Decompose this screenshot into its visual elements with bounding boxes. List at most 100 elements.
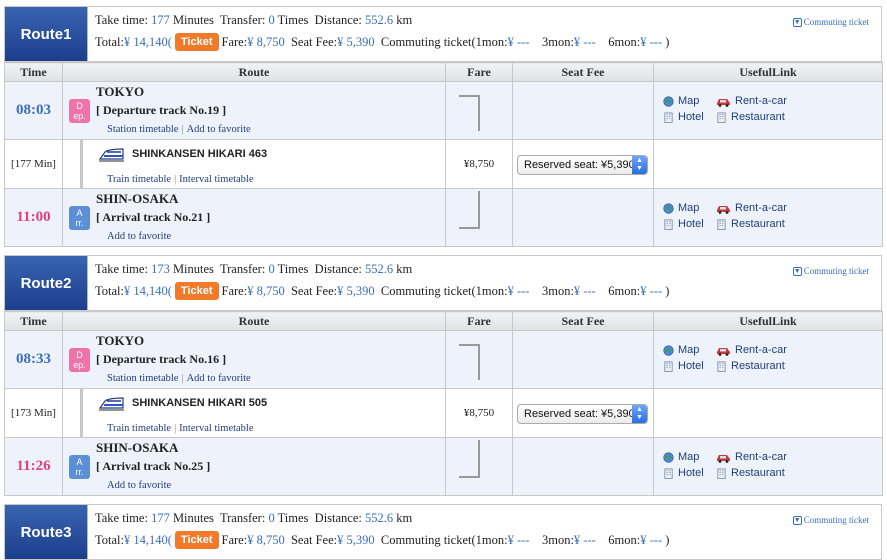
arrival-station-cell: Arr. SHIN-OSAKA [ Arrival track No.25 ] … [62, 437, 446, 496]
chevron-updown-icon: ▲ ▼ [632, 156, 647, 174]
restaurant-label: Restaurant [731, 360, 785, 372]
col-seat-fee: Seat Fee [512, 311, 654, 331]
departure-station[interactable]: TOKYO [96, 333, 144, 349]
station-timetable-link[interactable]: Station timetable [107, 124, 178, 135]
arrival-time: 11:00 [4, 188, 63, 247]
hotel-link[interactable]: Hotel [663, 467, 704, 479]
restaurant-icon [717, 468, 726, 479]
route-name: Route2 [20, 274, 72, 292]
distance-value: 552.6 [365, 262, 394, 276]
transfer-value: 0 [268, 13, 275, 27]
ticket-button[interactable]: Ticket [174, 531, 219, 549]
hotel-icon [664, 468, 673, 479]
close-paren: ) [665, 284, 670, 298]
departure-station-cell: Dep. TOKYO [ Departure track No.19 ] Sta… [62, 81, 446, 140]
times-label: Times [277, 262, 309, 276]
route-badge[interactable]: Route1 [5, 7, 88, 61]
train-timetable-link[interactable]: Train timetable [107, 174, 171, 185]
ride-duration: [173 Min] [4, 388, 63, 438]
rent-a-car-link[interactable]: Rent-a-car [716, 451, 787, 463]
hotel-link[interactable]: Hotel [663, 360, 704, 372]
departure-time: 08:33 [4, 330, 63, 389]
rent-a-car-label: Rent-a-car [735, 344, 787, 356]
seat-select[interactable]: Reserved seat: ¥5,390 ▲ ▼ [517, 404, 648, 424]
route-summary-line1: Take time: 177 Minutes Transfer: 0 Times… [95, 511, 412, 526]
hotel-link[interactable]: Hotel [663, 111, 704, 123]
map-link[interactable]: Map [663, 344, 699, 356]
car-icon [717, 98, 730, 107]
restaurant-link[interactable]: Restaurant [716, 218, 785, 230]
commuting-6mon-label: 6mon: [608, 533, 641, 547]
add-to-favorite-link[interactable]: Add to favorite [187, 373, 251, 384]
restaurant-icon [717, 112, 726, 123]
commuting-3mon-value: ¥ --- [573, 35, 596, 49]
total-value: ¥ 14,140( [123, 35, 172, 49]
useful-links-cell: Map Rent-a-car Hotel Restaurant [653, 188, 883, 247]
departure-track: [ Departure track No.19 ] [96, 103, 227, 117]
arrival-time: 11:26 [4, 437, 63, 496]
train-cell: SHINKANSEN HIKARI 505 Train timetable | In… [62, 388, 446, 438]
car-icon [717, 205, 730, 214]
seat-fee-empty [512, 437, 654, 496]
restaurant-icon [717, 219, 726, 230]
transfer-label: Transfer: [219, 13, 266, 27]
arrival-station[interactable]: SHIN-OSAKA [96, 440, 178, 456]
add-to-favorite-link[interactable]: Add to favorite [107, 480, 171, 491]
map-link[interactable]: Map [663, 202, 699, 214]
train-name[interactable]: SHINKANSEN HIKARI 505 [132, 397, 267, 409]
seat-fee-value: ¥ 5,390 [337, 533, 375, 547]
fare-connector-cell [445, 81, 513, 140]
take-time-value: 177 [151, 511, 170, 525]
route-badge[interactable]: Route2 [5, 256, 88, 310]
take-time-label: Take time: [95, 262, 148, 276]
train-name[interactable]: SHINKANSEN HIKARI 463 [132, 148, 267, 160]
arrival-icon: Arr. [69, 206, 90, 230]
route-badge[interactable]: Route3 [5, 505, 88, 559]
fare-connector-cell [445, 330, 513, 389]
col-time: Time [4, 311, 63, 331]
map-link[interactable]: Map [663, 451, 699, 463]
arr-badge-bottom: rr. [75, 218, 84, 228]
ticket-button[interactable]: Ticket [174, 282, 219, 300]
interval-timetable-link[interactable]: Interval timetable [179, 174, 253, 185]
table-header: Time Route Fare Seat Fee UsefulLink [4, 311, 883, 331]
total-label: Total: [95, 35, 124, 49]
restaurant-link[interactable]: Restaurant [716, 360, 785, 372]
commuting-ticket-link[interactable]: ▼ Commuting ticket [792, 515, 869, 525]
interval-timetable-link[interactable]: Interval timetable [179, 423, 253, 434]
add-to-favorite-link[interactable]: Add to favorite [107, 231, 171, 242]
rent-a-car-link[interactable]: Rent-a-car [716, 95, 787, 107]
map-link[interactable]: Map [663, 95, 699, 107]
departure-time: 08:03 [4, 81, 63, 140]
distance-value: 552.6 [365, 511, 394, 525]
departure-row: 08:33 Dep. TOKYO [ Departure track No.16… [4, 330, 883, 389]
restaurant-link[interactable]: Restaurant [716, 111, 785, 123]
route-name: Route1 [20, 25, 72, 43]
arrival-station[interactable]: SHIN-OSAKA [96, 191, 178, 207]
restaurant-label: Restaurant [731, 218, 785, 230]
commuting-ticket-link[interactable]: ▼ Commuting ticket [792, 266, 869, 276]
station-timetable-link[interactable]: Station timetable [107, 373, 178, 384]
map-label: Map [678, 95, 700, 107]
commuting-6mon-value: ¥ --- [640, 284, 663, 298]
restaurant-link[interactable]: Restaurant [716, 467, 785, 479]
commuting-ticket-link[interactable]: ▼ Commuting ticket [792, 17, 869, 27]
minutes-label: Minutes [172, 262, 214, 276]
departure-station[interactable]: TOKYO [96, 84, 144, 100]
commuting-ticket-link-label: Commuting ticket [803, 515, 869, 525]
ticket-button[interactable]: Ticket [174, 33, 219, 51]
train-timetable-link[interactable]: Train timetable [107, 423, 171, 434]
fare-value: ¥ 8,750 [247, 284, 285, 298]
add-to-favorite-link[interactable]: Add to favorite [187, 124, 251, 135]
hotel-label: Hotel [678, 360, 704, 372]
rent-a-car-link[interactable]: Rent-a-car [716, 202, 787, 214]
train-row: [173 Min] SHINKANSEN HIKARI 505 Train ti… [4, 388, 883, 438]
seat-select[interactable]: Reserved seat: ¥5,390 ▲ ▼ [517, 155, 648, 175]
rent-a-car-label: Rent-a-car [735, 95, 787, 107]
rent-a-car-link[interactable]: Rent-a-car [716, 344, 787, 356]
map-label: Map [678, 202, 700, 214]
rent-a-car-label: Rent-a-car [735, 451, 787, 463]
hotel-link[interactable]: Hotel [663, 218, 704, 230]
distance-value: 552.6 [365, 13, 394, 27]
close-paren: ) [665, 533, 670, 547]
